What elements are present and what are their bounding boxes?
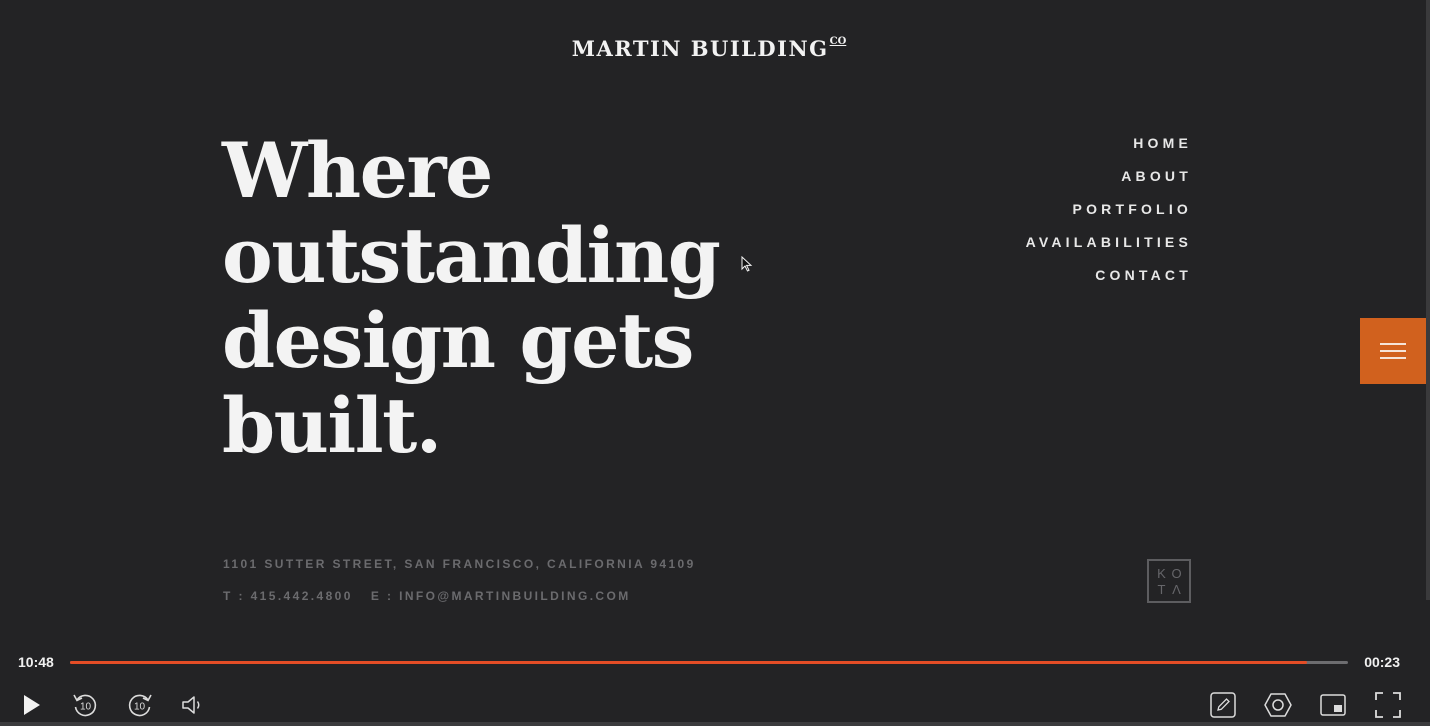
contact-line: T : 415.442.4800 E : INFO@MARTINBUILDING.… [223, 589, 631, 603]
nav-item-portfolio[interactable]: PORTFOLIO [1026, 200, 1192, 233]
menu-button[interactable] [1360, 318, 1426, 384]
nav-item-contact[interactable]: CONTACT [1026, 266, 1192, 299]
scrollbar[interactable] [1426, 0, 1430, 600]
progress-fill [70, 661, 1308, 664]
volume-icon [182, 696, 200, 714]
video-player-controls: 10:48 00:23 10 10 [0, 640, 1430, 726]
forward-10-icon: 10 [128, 694, 152, 717]
rewind-10-label: 10 [80, 702, 92, 713]
kota-logo[interactable]: K O T Λ [1147, 559, 1191, 603]
email-text[interactable]: E : INFO@MARTINBUILDING.COM [371, 589, 631, 603]
fullscreen-icon [1375, 692, 1401, 718]
kota-letter: K [1157, 565, 1166, 581]
logo-text: MARTIN BUILDING [571, 36, 829, 61]
kota-letter: O [1171, 565, 1182, 581]
settings-button[interactable] [1261, 688, 1295, 722]
volume-button[interactable] [175, 688, 209, 722]
hamburger-icon [1380, 338, 1406, 364]
annotate-button[interactable] [1206, 688, 1240, 722]
rewind-10-icon: 10 [73, 694, 97, 717]
picture-in-picture-button[interactable] [1316, 688, 1350, 722]
nav-item-availabilities[interactable]: AVAILABILITIES [1026, 233, 1192, 266]
kota-letter: T [1157, 581, 1166, 597]
bottom-scrollbar [0, 722, 1430, 726]
play-icon [24, 695, 40, 715]
video-frame: MARTIN BUILDINGCO Where outstanding desi… [0, 0, 1430, 726]
address-text: 1101 SUTTER STREET, SAN FRANCISCO, CALIF… [223, 557, 696, 571]
forward-10-label: 10 [134, 702, 146, 713]
settings-icon [1264, 693, 1292, 717]
play-button[interactable] [14, 688, 48, 722]
progress-bar[interactable] [70, 661, 1348, 664]
picture-in-picture-icon [1320, 694, 1346, 716]
mouse-cursor-icon [741, 256, 753, 272]
nav-item-about[interactable]: ABOUT [1026, 167, 1192, 200]
elapsed-time: 10:48 [18, 654, 54, 670]
fullscreen-button[interactable] [1371, 688, 1405, 722]
pencil-icon [1210, 692, 1236, 718]
logo-superscript: CO [829, 36, 847, 47]
main-nav: HOME ABOUT PORTFOLIO AVAILABILITIES CONT… [1026, 134, 1192, 299]
remaining-time: 00:23 [1364, 654, 1400, 670]
rewind-10-button[interactable]: 10 [68, 688, 102, 722]
kota-letter: Λ [1172, 581, 1181, 597]
nav-item-home[interactable]: HOME [1026, 134, 1192, 167]
hero-headline: Where outstanding design gets built. [222, 126, 721, 470]
phone-text[interactable]: T : 415.442.4800 [223, 589, 353, 603]
forward-10-button[interactable]: 10 [123, 688, 157, 722]
site-logo[interactable]: MARTIN BUILDINGCO [0, 36, 1418, 61]
